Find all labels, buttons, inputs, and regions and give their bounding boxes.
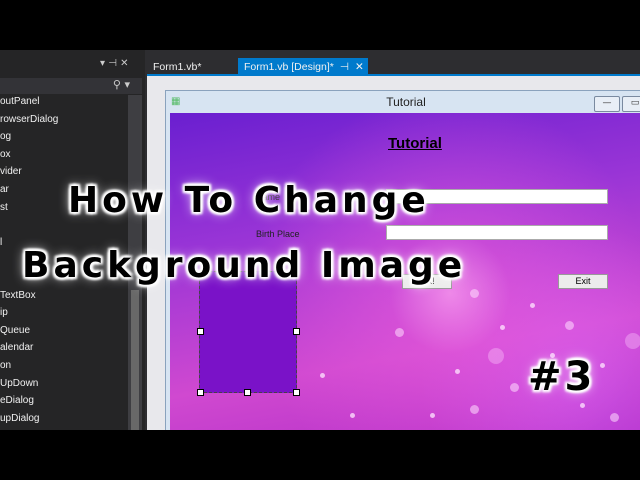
minimize-button[interactable]: —	[594, 96, 620, 112]
bokeh-dot	[470, 405, 479, 414]
bokeh-dot	[488, 348, 504, 364]
pin-tab-icon[interactable]: ⊣	[340, 61, 349, 73]
bokeh-dot	[530, 303, 535, 308]
tab-label: Form1.vb*	[153, 61, 202, 73]
toolbox-panel: ▾ ⊣ ✕ ⚲ ▾ outPanel rowserDialog og ox vider a…	[0, 50, 145, 430]
bokeh-dot	[625, 333, 640, 349]
bokeh-dot	[395, 328, 404, 337]
toolbox-item[interactable]: vider	[0, 163, 128, 181]
selected-panel[interactable]	[199, 271, 297, 393]
toolbox-item[interactable]: TextBox	[0, 287, 128, 305]
pin-icon[interactable]: ▾ ⊣ ✕	[100, 58, 128, 69]
bokeh-dot	[430, 413, 435, 418]
bokeh-dot	[350, 413, 355, 418]
toolbox-item[interactable]: ox	[0, 146, 128, 164]
toolbox-item[interactable]: rowserDialog	[0, 111, 128, 129]
overlay-title-line2: Background Image	[22, 245, 467, 286]
resize-handle[interactable]	[293, 389, 300, 396]
search-icon[interactable]: ⚲ ▾	[113, 78, 130, 91]
bokeh-dot	[320, 373, 325, 378]
bokeh-dot	[600, 363, 605, 368]
resize-handle[interactable]	[197, 328, 204, 335]
overlay-title-line1: How To Change	[68, 180, 430, 221]
toolbox-item[interactable]: og	[0, 128, 128, 146]
overlay-episode-number: #3	[528, 354, 596, 400]
resize-handle[interactable]	[244, 389, 251, 396]
bottom-letterbox	[0, 430, 640, 480]
resize-handle[interactable]	[293, 328, 300, 335]
form-heading: Tutorial	[388, 135, 442, 152]
form-title: Tutorial	[386, 95, 426, 109]
tab-label: Form1.vb [Design]*	[244, 61, 334, 73]
exit-button[interactable]: Exit	[558, 274, 608, 289]
toolbox-item[interactable]: on	[0, 357, 128, 375]
bokeh-dot	[565, 321, 574, 330]
close-tab-icon[interactable]: ✕	[355, 61, 364, 73]
birth-place-label: Birth Place	[256, 229, 300, 239]
bokeh-dot	[580, 403, 585, 408]
toolbox-search[interactable]: ⚲ ▾	[0, 78, 142, 94]
toolbox-item[interactable]: UpDown	[0, 375, 128, 393]
top-letterbox	[0, 0, 640, 50]
maximize-button[interactable]: ▭	[622, 96, 640, 112]
toolbox-item[interactable]: upDialog	[0, 410, 128, 428]
bokeh-dot	[500, 325, 505, 330]
bokeh-dot	[470, 289, 479, 298]
toolbox-item[interactable]: alendar	[0, 339, 128, 357]
toolbox-item[interactable]: outPanel	[0, 93, 128, 111]
resize-handle[interactable]	[197, 389, 204, 396]
bokeh-dot	[510, 383, 519, 392]
scrollbar-thumb[interactable]	[131, 290, 139, 430]
birth-place-textbox[interactable]	[386, 225, 608, 240]
bokeh-dot	[455, 369, 460, 374]
toolbox-item[interactable]: eDialog	[0, 392, 128, 410]
bokeh-dot	[610, 413, 619, 422]
toolbox-header: ▾ ⊣ ✕	[0, 58, 145, 74]
toolbox-item[interactable]: Queue	[0, 322, 128, 340]
toolbox-item[interactable]: ip	[0, 304, 128, 322]
